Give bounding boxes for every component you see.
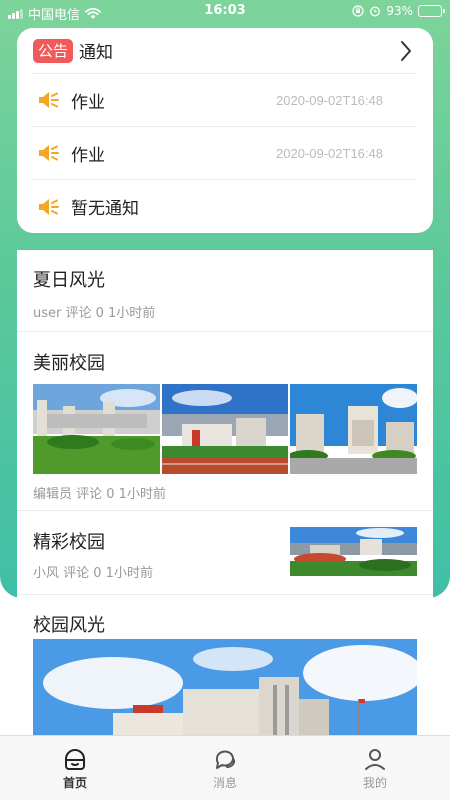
news-feed: 夏日风光 user 评论 0 1小时前 美丽校园 编辑员 评论 0 1小时前 精… <box>17 250 433 598</box>
notice-item[interactable]: 暂无通知 <box>33 180 417 233</box>
notice-header[interactable]: 公告 通知 <box>33 28 417 74</box>
campus-photo[interactable] <box>33 384 160 474</box>
speaker-icon <box>39 145 59 161</box>
notice-card: 公告 通知 作业 2020-09-02T16:48 作业 2020-09-02T… <box>17 28 433 233</box>
tab-label: 首页 <box>62 776 87 790</box>
feed-item-meta: user 评论 0 1小时前 <box>33 306 156 321</box>
home-icon <box>65 749 85 770</box>
notice-item-time: 2020-09-02T16:48 <box>276 92 383 108</box>
notice-item[interactable]: 作业 2020-09-02T16:48 <box>33 127 417 180</box>
campus-thumbnail[interactable] <box>290 527 417 576</box>
tab-profile[interactable]: 我的 <box>300 736 450 800</box>
notice-item-text: 暂无通知 <box>71 199 139 219</box>
message-icon <box>215 750 236 769</box>
chevron-right-icon[interactable] <box>399 40 413 62</box>
lock-rotation-icon <box>352 5 364 17</box>
tab-label: 消息 <box>212 776 237 790</box>
feed-item-meta: 编辑员 评论 0 1小时前 <box>33 487 166 502</box>
feed-item[interactable]: 美丽校园 编辑员 评论 0 1小时前 <box>17 332 433 511</box>
campus-scenery-section: 校园风光 <box>17 598 433 735</box>
battery-percent: 93% <box>386 4 413 18</box>
feed-item-title: 夏日风光 <box>33 270 105 291</box>
notice-item[interactable]: 作业 2020-09-02T16:48 <box>33 74 417 127</box>
status-bar: 中国电信 16:03 93% <box>0 0 450 24</box>
notice-item-time: 2020-09-02T16:48 <box>276 145 383 161</box>
photo-row <box>33 384 418 474</box>
feed-item[interactable]: 夏日风光 user 评论 0 1小时前 <box>17 250 433 332</box>
tab-messages[interactable]: 消息 <box>150 736 300 800</box>
notice-item-text: 作业 <box>71 145 105 166</box>
notice-badge: 公告 <box>33 38 74 63</box>
campus-photo[interactable] <box>290 384 418 474</box>
speaker-icon <box>39 92 59 108</box>
tab-bar: 首页 消息 我的 <box>0 735 450 800</box>
battery-icon <box>418 5 445 17</box>
profile-icon <box>365 749 385 770</box>
campus-banner-photo[interactable] <box>33 639 417 735</box>
campus-photo[interactable] <box>161 384 289 474</box>
alarm-icon <box>370 6 381 17</box>
section-title: 校园风光 <box>33 615 105 636</box>
notice-title: 通知 <box>79 43 114 63</box>
notice-item-text: 作业 <box>71 92 105 113</box>
speaker-icon <box>39 198 59 215</box>
tab-label: 我的 <box>362 776 387 790</box>
tab-home[interactable]: 首页 <box>0 736 150 800</box>
feed-item[interactable]: 精彩校园 小风 评论 0 1小时前 <box>17 511 433 595</box>
feed-item-title: 美丽校园 <box>33 353 105 374</box>
